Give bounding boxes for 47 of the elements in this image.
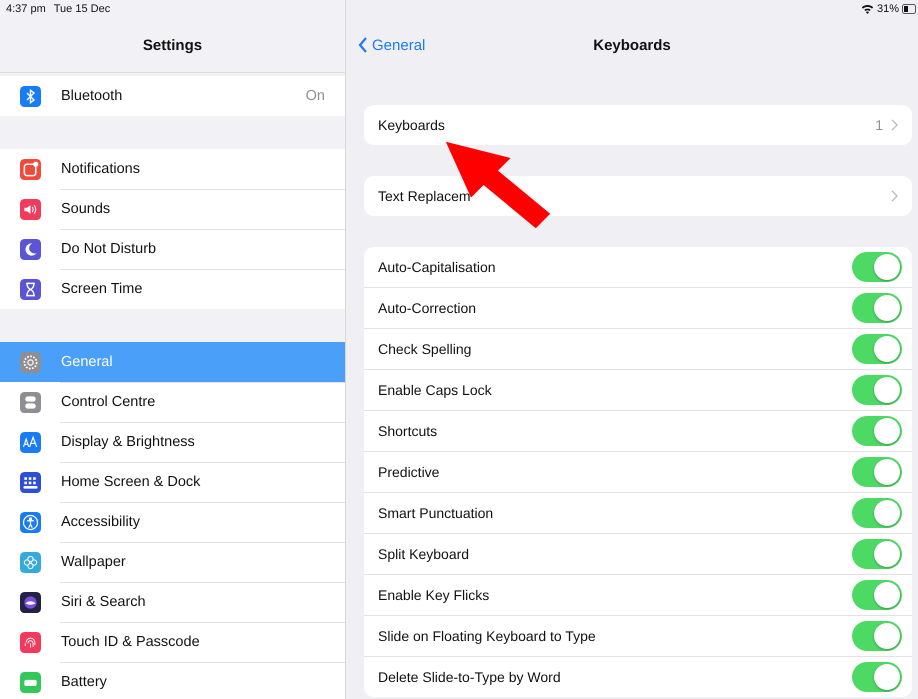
setting-label: Predictive	[378, 464, 440, 480]
setting-label: Split Keyboard	[378, 546, 470, 562]
toggle-switch[interactable]	[852, 662, 902, 692]
page-title: Keyboards	[593, 36, 671, 54]
setting-label: Smart Punctuation	[378, 505, 494, 521]
toggle-switch[interactable]	[852, 457, 902, 487]
toggle-switch[interactable]	[852, 293, 902, 323]
sidebar-item[interactable]: Home Screen & Dock	[0, 462, 345, 502]
battery-icon	[902, 4, 916, 14]
sidebar-item[interactable]: Siri & Search	[0, 582, 345, 622]
sidebar-title: Settings	[142, 36, 202, 54]
setting-label: Enable Caps Lock	[378, 382, 492, 398]
chevron-left-icon	[358, 36, 368, 54]
toggle-switch[interactable]	[852, 498, 902, 528]
sidebar-item[interactable]: Bluetooth On	[0, 76, 345, 116]
status-time: 4:37 pm	[6, 3, 46, 15]
settings-row[interactable]: Text Replacem	[364, 176, 912, 216]
toggle-switch[interactable]	[852, 375, 902, 405]
sidebar-item[interactable]: Do Not Disturb	[0, 229, 345, 269]
sidebar-item[interactable]: Display & Brightness	[0, 422, 345, 462]
toggle-switch[interactable]	[852, 416, 902, 446]
sidebar-item[interactable]: Touch ID & Passcode	[0, 622, 345, 662]
toggle-switch[interactable]	[852, 252, 902, 282]
wifi-icon	[860, 4, 874, 14]
setting-label: Slide on Floating Keyboard to Type	[378, 628, 596, 644]
sidebar-item[interactable]: Battery	[0, 662, 345, 699]
sidebar-item[interactable]: Notifications	[0, 149, 345, 189]
setting-label: Enable Key Flicks	[378, 587, 490, 603]
status-date: Tue 15 Dec	[54, 3, 110, 15]
setting-label: Auto-Correction	[378, 300, 476, 316]
setting-label: Shortcuts	[378, 423, 438, 439]
toggle-switch[interactable]	[852, 580, 902, 610]
toggle-switch[interactable]	[852, 334, 902, 364]
chevron-right-icon	[891, 119, 898, 131]
toggle-switch[interactable]	[852, 539, 902, 569]
setting-label: Check Spelling	[378, 341, 472, 357]
setting-label: Auto-Capitalisation	[378, 259, 496, 275]
sidebar-item[interactable]: Sounds	[0, 189, 345, 229]
settings-row[interactable]: Keyboards 1	[364, 105, 912, 145]
chevron-right-icon	[891, 190, 898, 202]
toggle-switch[interactable]	[852, 621, 902, 651]
sidebar-item[interactable]: Control Centre	[0, 382, 345, 422]
battery-percent: 31%	[876, 3, 899, 15]
setting-label: Delete Slide-to-Type by Word	[378, 669, 561, 685]
sidebar-item[interactable]: Screen Time	[0, 269, 345, 309]
sidebar-item[interactable]: Wallpaper	[0, 542, 345, 582]
sidebar-item[interactable]: Accessibility	[0, 502, 345, 542]
